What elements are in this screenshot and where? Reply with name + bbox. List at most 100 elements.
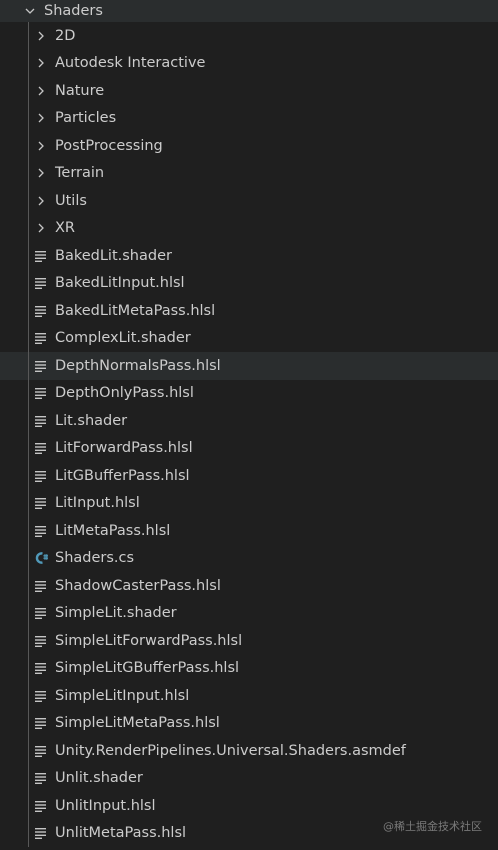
indent-guide xyxy=(28,434,29,462)
indent-guide xyxy=(28,214,29,242)
file-label: LitForwardPass.hlsl xyxy=(55,440,193,456)
chevron-right-icon[interactable] xyxy=(33,83,49,99)
file-litgbufferpass-hlsl[interactable]: LitGBufferPass.hlsl xyxy=(0,462,498,490)
folder-2d[interactable]: 2D xyxy=(0,22,498,50)
file-label: BakedLitInput.hlsl xyxy=(55,275,185,291)
chevron-right-icon[interactable] xyxy=(33,55,49,71)
file-label: BakedLit.shader xyxy=(55,247,172,264)
folder-utils[interactable]: Utils xyxy=(0,187,498,215)
file-lit-shader[interactable]: Lit.shader xyxy=(0,407,498,435)
lines-file-icon xyxy=(35,415,46,427)
file-unlitinput-hlsl[interactable]: UnlitInput.hlsl xyxy=(0,792,498,820)
file-simplelit-shader[interactable]: SimpleLit.shader xyxy=(0,599,498,627)
indent-guide xyxy=(28,489,29,517)
folder-label: 2D xyxy=(55,27,76,44)
indent-guide xyxy=(28,572,29,600)
lines-file-icon xyxy=(35,443,46,455)
csharp-file-icon xyxy=(35,552,48,564)
indent-guide xyxy=(28,462,29,490)
folder-label: Particles xyxy=(55,110,117,126)
lines-file-icon xyxy=(35,525,46,537)
file-label: SimpleLitMetaPass.hlsl xyxy=(55,715,220,731)
indent-guide xyxy=(28,269,29,297)
chevron-right-icon[interactable] xyxy=(33,28,49,44)
file-shaders-cs[interactable]: Shaders.cs xyxy=(0,544,498,572)
file-simplelitforwardpass-hlsl[interactable]: SimpleLitForwardPass.hlsl xyxy=(0,627,498,655)
file-label: SimpleLitInput.hlsl xyxy=(55,687,190,704)
indent-guide xyxy=(28,352,29,380)
file-label: DepthNormalsPass.hlsl xyxy=(55,357,221,374)
folder-particles[interactable]: Particles xyxy=(0,104,498,132)
file-label: SimpleLitForwardPass.hlsl xyxy=(55,632,243,649)
file-label: SimpleLit.shader xyxy=(55,605,177,621)
chevron-down-icon[interactable] xyxy=(22,3,38,19)
folder-label: XR xyxy=(55,220,76,236)
folder-label: Utils xyxy=(55,192,87,209)
indent-guide xyxy=(28,764,29,792)
file-label: ComplexLit.shader xyxy=(55,330,191,346)
folder-autodesk-interactive[interactable]: Autodesk Interactive xyxy=(0,49,498,77)
file-bakedlitmetapass-hlsl[interactable]: BakedLitMetaPass.hlsl xyxy=(0,297,498,325)
file-label: DepthOnlyPass.hlsl xyxy=(55,385,194,401)
folder-terrain[interactable]: Terrain xyxy=(0,159,498,187)
chevron-right-icon[interactable] xyxy=(33,220,49,236)
file-complexlit-shader[interactable]: ComplexLit.shader xyxy=(0,324,498,352)
file-label: UnlitMetaPass.hlsl xyxy=(55,825,187,841)
indent-guide xyxy=(28,297,29,325)
lines-file-icon xyxy=(35,663,46,675)
lines-file-icon xyxy=(35,333,46,345)
folder-shaders[interactable]: Shaders xyxy=(0,0,498,22)
lines-file-icon xyxy=(35,470,46,482)
chevron-right-icon[interactable] xyxy=(33,165,49,181)
file-litmetapass-hlsl[interactable]: LitMetaPass.hlsl xyxy=(0,517,498,545)
indent-guide xyxy=(28,792,29,820)
lines-file-icon xyxy=(35,718,46,730)
file-shaders-asmdef[interactable]: Unity.RenderPipelines.Universal.Shaders.… xyxy=(0,737,498,765)
lines-file-icon xyxy=(35,745,46,757)
chevron-right-icon[interactable] xyxy=(33,193,49,209)
lines-file-icon xyxy=(35,580,46,592)
indent-guide xyxy=(28,654,29,682)
folder-nature[interactable]: Nature xyxy=(0,77,498,105)
file-unlit-shader[interactable]: Unlit.shader xyxy=(0,764,498,792)
indent-guide xyxy=(28,187,29,215)
file-simplelitmetapass-hlsl[interactable]: SimpleLitMetaPass.hlsl xyxy=(0,709,498,737)
indent-guide xyxy=(28,517,29,545)
folder-postprocessing[interactable]: PostProcessing xyxy=(0,132,498,160)
chevron-right-icon[interactable] xyxy=(33,138,49,154)
file-simplelitgbufferpass-hlsl[interactable]: SimpleLitGBufferPass.hlsl xyxy=(0,654,498,682)
file-bakedlit-shader[interactable]: BakedLit.shader xyxy=(0,242,498,270)
folder-xr[interactable]: XR xyxy=(0,214,498,242)
lines-file-icon xyxy=(35,360,46,372)
file-label: UnlitInput.hlsl xyxy=(55,797,156,814)
file-simplelitinput-hlsl[interactable]: SimpleLitInput.hlsl xyxy=(0,682,498,710)
file-label: BakedLitMetaPass.hlsl xyxy=(55,302,216,319)
folder-label: Nature xyxy=(55,82,105,99)
file-label: ShadowCasterPass.hlsl xyxy=(55,577,221,594)
indent-guide xyxy=(28,324,29,352)
file-depthonlypass-hlsl[interactable]: DepthOnlyPass.hlsl xyxy=(0,379,498,407)
folder-label: PostProcessing xyxy=(55,137,163,154)
folder-label: Terrain xyxy=(55,165,105,181)
chevron-right-icon[interactable] xyxy=(33,110,49,126)
indent-guide xyxy=(28,737,29,765)
file-label: Unlit.shader xyxy=(55,770,143,786)
indent-guide xyxy=(28,599,29,627)
indent-guide xyxy=(28,77,29,105)
indent-guide xyxy=(28,104,29,132)
file-shadowcasterpass-hlsl[interactable]: ShadowCasterPass.hlsl xyxy=(0,572,498,600)
indent-guide xyxy=(28,132,29,160)
file-litforwardpass-hlsl[interactable]: LitForwardPass.hlsl xyxy=(0,434,498,462)
indent-guide xyxy=(28,159,29,187)
lines-file-icon xyxy=(35,690,46,702)
lines-file-icon xyxy=(35,498,46,510)
file-litinput-hlsl[interactable]: LitInput.hlsl xyxy=(0,489,498,517)
lines-file-icon xyxy=(35,250,46,262)
file-depthnormalspass-hlsl[interactable]: DepthNormalsPass.hlsl xyxy=(0,352,498,380)
file-bakedlitinput-hlsl[interactable]: BakedLitInput.hlsl xyxy=(0,269,498,297)
indent-guide xyxy=(28,709,29,737)
lines-file-icon xyxy=(35,800,46,812)
file-label: SimpleLitGBufferPass.hlsl xyxy=(55,660,240,676)
file-label: Unity.RenderPipelines.Universal.Shaders.… xyxy=(55,742,406,759)
folder-label: Autodesk Interactive xyxy=(55,55,206,71)
